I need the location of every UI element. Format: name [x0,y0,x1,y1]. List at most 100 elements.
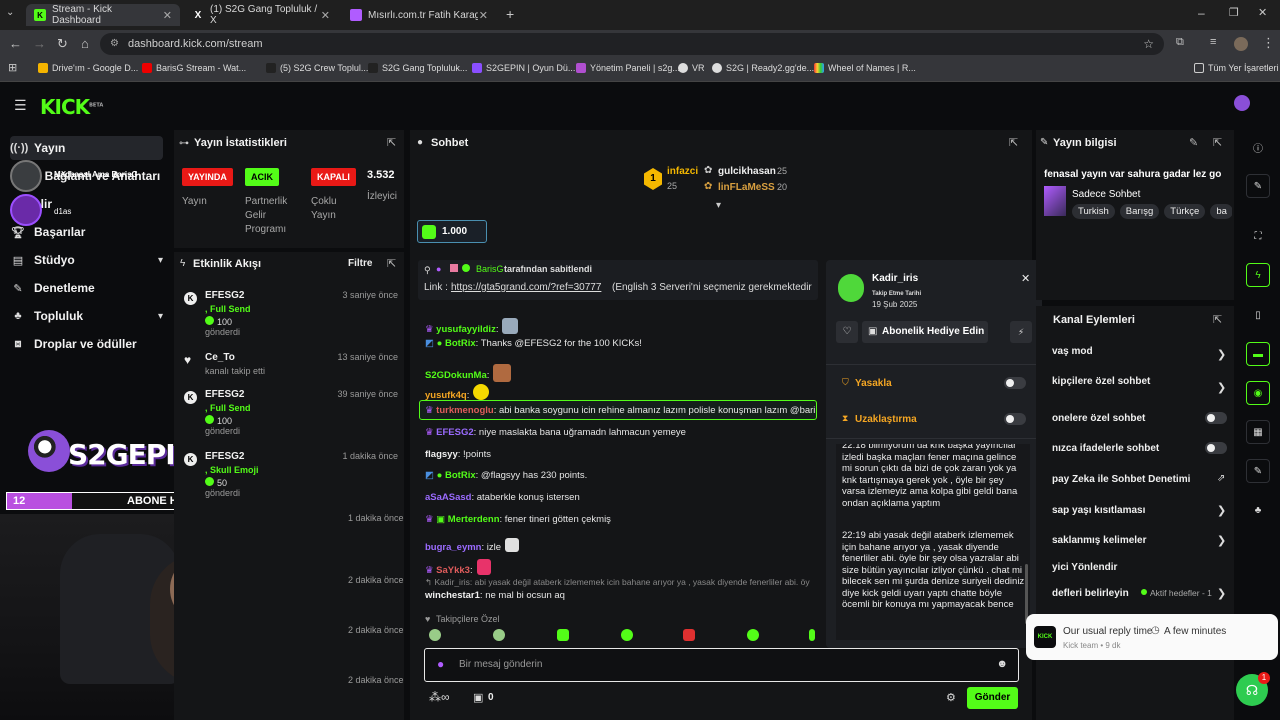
pinned-link[interactable]: https://gta5grand.com/?ref=30777 [451,282,601,293]
forward-icon[interactable]: → [33,36,46,51]
nav-topluluk[interactable]: ♣ Topluluk ▾ [10,304,163,328]
user-avatar[interactable] [1234,95,1250,111]
extensions-icon[interactable]: ⧉ [1176,36,1184,49]
chat-user[interactable]: BotRix [445,470,476,481]
nav-denetleme[interactable]: ✎ Denetleme [10,276,163,300]
tab-search-icon[interactable]: ⌄ [6,7,14,18]
reload-icon[interactable]: ↻ [57,36,68,52]
tab-x[interactable]: X (1) S2G Gang Topluluk / X ✕ [184,4,338,26]
stream-category[interactable]: Sadece Sohbet [1072,189,1140,200]
channel-action-item[interactable]: kipçilere özel sohbet [1052,376,1150,387]
nav-studyo[interactable]: ▤ Stüdyo ▾ [10,248,163,272]
url-input[interactable]: ⚙ dashboard.kick.com/stream ☆ [100,33,1164,55]
tag[interactable]: Barışg [1119,204,1160,219]
gifter-name[interactable]: gulcikhasan [718,166,776,177]
timeout-toggle[interactable] [1004,413,1026,425]
profile-avatar[interactable] [1234,37,1248,51]
close-popup-button[interactable]: ✕ [1021,272,1030,285]
site-info-icon[interactable]: ⚙ [110,33,119,55]
back-icon[interactable]: ← [9,36,22,51]
popout-icon[interactable]: ⇱ [1009,136,1018,149]
follow-heart-button[interactable]: ♡ [836,321,858,343]
wrench-icon[interactable]: ✎ [1246,459,1270,483]
layout-icon[interactable]: ▦ [1246,420,1270,444]
ban-toggle[interactable] [1004,377,1026,389]
chat-input[interactable]: ● Bir mesaj gönderin ☻ [424,648,1019,682]
channel-action-item[interactable]: pay Zeka ile Sohbet Denetimi [1052,474,1190,485]
edit-pencil-icon[interactable]: ✎ [1189,136,1198,149]
fullscreen-icon[interactable]: ⛶ [1246,224,1270,248]
chat-user[interactable]: Kadir_iris [434,577,469,587]
chat-user[interactable]: bugra_eymn [425,542,482,553]
popout-icon[interactable]: ⇱ [1213,136,1222,149]
gift-sub-button[interactable]: ▣ Abonelik Hediye Edin [862,321,988,343]
channel-action-item[interactable]: saklanmış kelimeler [1052,535,1147,546]
popout-icon[interactable]: ⇱ [387,136,396,149]
tag[interactable]: ba [1210,204,1232,219]
goal-widget[interactable]: 1.000 [417,220,487,243]
chat-user[interactable]: S2GDokunMa [425,370,487,381]
new-tab-button[interactable]: + [506,6,514,22]
emote-icon[interactable] [683,629,695,641]
broadcast-icon[interactable]: ◉ [1246,381,1270,405]
edit-icon[interactable]: ✎ [1246,174,1270,198]
send-button[interactable]: Gönder [967,687,1018,709]
channel-action-item[interactable]: vaş mod [1052,346,1093,357]
chat-user[interactable]: yusufayyildiz [436,324,496,335]
kick-logo[interactable]: KICKBETA [40,95,103,119]
emote-icon[interactable] [429,629,441,641]
bookmark-item[interactable]: S2G | Ready2.gg'de... [712,63,814,73]
lightning-icon[interactable]: ϟ [1246,263,1270,287]
info-icon[interactable]: ⓘ [1246,135,1270,159]
channel-action-item[interactable]: defleri belirleyin [1052,588,1129,599]
tag[interactable]: Türkçe [1164,204,1206,219]
chat-user[interactable]: BotRix [445,338,476,349]
support-toast[interactable]: KICK Our usual reply time ◷ A few minute… [1026,614,1278,660]
all-bookmarks[interactable]: Tüm Yer İşaretleri [1194,63,1279,73]
channel-action-item[interactable]: sap yaşı kısıtlaması [1052,505,1145,516]
scrollbar[interactable] [1025,564,1028,624]
menu-kebab-icon[interactable]: ⋮ [1262,35,1275,51]
bookmark-item[interactable]: VR [678,63,705,73]
filter-button[interactable]: Filtre [348,258,372,269]
bookmark-item[interactable]: Wheel of Names | R... [814,63,916,73]
bookmark-item[interactable]: BarisG Stream - Wat... [142,63,246,73]
pinned-user[interactable]: BarisG [476,264,504,274]
chat-user[interactable]: flagsyy [425,449,458,460]
close-window-icon[interactable]: ✕ [1258,6,1267,19]
chat-settings-icon[interactable]: ⚙ [946,691,956,704]
bookmark-item[interactable]: S2GEPIN | Oyun Dü... [472,63,575,73]
chat-icon[interactable]: ▬ [1246,342,1270,366]
nav-droplar[interactable]: ⧈ Droplar ve ödüller [10,332,163,356]
minimize-icon[interactable]: – [1198,6,1205,20]
nav-yayin[interactable]: ((·)) Yayın [10,136,163,160]
community-icon[interactable]: ♣ [1246,498,1270,522]
bookmark-item[interactable]: (5) S2G Crew Toplul... [266,63,368,73]
emote-icon[interactable] [493,629,505,641]
chat-users-icon[interactable]: ⁂∞ [429,690,450,704]
popout-icon[interactable]: ⇱ [387,257,396,270]
hamburger-menu-icon[interactable]: ☰ [14,97,27,114]
emote-icon[interactable] [621,629,633,641]
bookmark-item[interactable]: S2G Gang Topluluk... [368,63,467,73]
channel-action-item[interactable]: onelere özel sohbet [1052,413,1145,424]
channel-action-item[interactable]: yici Yönlendir [1052,562,1117,573]
close-tab-icon[interactable]: ✕ [321,9,330,22]
emote-icon[interactable] [809,629,815,641]
gifter-name[interactable]: infazci [667,166,698,177]
collapse-icon[interactable]: ▾ [716,200,721,211]
bookmark-item[interactable]: Yönetim Paneli | s2g... [576,63,680,73]
chat-user[interactable]: aSaASasd [425,492,471,503]
subscribers-only-toggle[interactable] [1205,412,1227,424]
document-icon[interactable]: ▯ [1246,303,1270,327]
tab-misirli[interactable]: Mısırlı.com.tr Fatih Karagümrü ✕ [342,4,496,26]
close-tab-icon[interactable]: ✕ [479,9,488,22]
emote-icon[interactable] [557,629,569,641]
chat-user[interactable]: winchestar1 [425,590,480,601]
mic-icon[interactable]: ● [437,657,444,671]
popout-icon[interactable]: ⇱ [1213,313,1222,326]
media-icon[interactable]: ≡ [1210,36,1216,48]
restore-icon[interactable]: ❐ [1229,6,1239,19]
chat-user[interactable]: Merterdenn [448,514,500,525]
chat-user[interactable]: SaYkk3 [436,565,470,576]
